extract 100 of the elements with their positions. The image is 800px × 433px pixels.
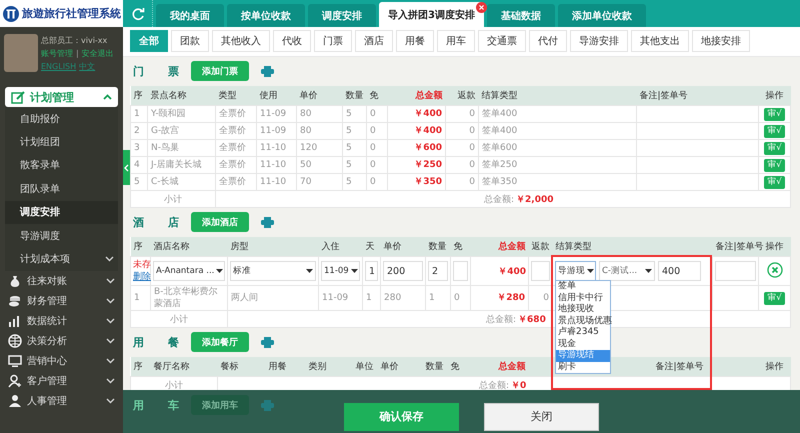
table-cell: 0 [370,143,376,153]
tab[interactable]: 用车 [437,30,475,52]
table-cell: 签单400 [482,126,518,136]
tab[interactable]: 基础数据 [486,4,555,27]
table-cell: 签单350 [482,177,518,187]
dropdown-option[interactable]: 现金 [556,338,610,350]
close-icon[interactable] [476,2,487,13]
refresh-icon [130,6,144,20]
tab[interactable]: 导游安排 [570,30,628,52]
delete-link[interactable]: 删除 [133,271,148,283]
dropdown[interactable]: C-测试... [599,261,655,281]
table-cell: 全票价 [219,160,246,170]
section-title: 用 餐 [132,334,179,350]
menu-item[interactable]: 调度安排 [5,200,118,224]
table-cell: 签单250 [482,160,518,170]
column-header: 类别 [308,362,326,372]
menu-item[interactable]: 客户管理 [0,370,123,391]
amount: ￥400 [414,109,442,119]
menu-item[interactable]: 往来对账 [0,270,123,291]
dropdown[interactable]: A-Anantara ... [153,261,225,281]
input-field[interactable]: 200 [383,261,423,281]
dropdown-option[interactable]: 景点现场优惠 [556,316,610,327]
menu-item[interactable]: 散客录单 [5,154,118,178]
menu-item[interactable]: 决策分析 [0,330,123,351]
dropdown-option[interactable]: 信用卡中行 [556,292,610,304]
menu-item[interactable]: 数据统计 [0,310,123,331]
table-cell: 1 [429,293,435,303]
column-header: 总金额 [498,362,526,372]
tab[interactable]: 按单位收款 [227,4,305,27]
dropdown[interactable]: 11-09 [321,261,360,281]
input-field[interactable] [715,261,756,281]
dropdown[interactable]: 标准 [230,261,316,281]
input-field[interactable] [531,261,550,281]
tab[interactable]: 门票 [314,30,352,52]
dropdown-option[interactable]: 卢睿2345 [556,327,610,338]
menu-item[interactable]: 计划组团 [5,130,118,154]
tab[interactable]: 代收 [273,30,311,52]
tab[interactable]: 酒店 [355,30,393,52]
remove-icon[interactable] [766,262,782,278]
column-header: 单价 [380,362,398,372]
menu-item[interactable]: 营销中心 [0,350,123,371]
dropdown-option[interactable]: 地接现收 [556,304,610,316]
tab[interactable]: 团款 [171,30,209,52]
input-field[interactable] [453,261,468,281]
dropdown-option[interactable]: 签单 [556,281,610,292]
chevron-down-icon [106,338,115,344]
user-role: 总部员工：vivi-xx [41,35,108,47]
column-header: 序 [134,242,142,252]
menu-item[interactable]: 计划管理 [5,87,118,107]
column-header: 备注|签单号 [716,242,764,252]
table-cell: 全票价 [219,143,246,153]
input-field[interactable]: 1 [365,261,378,281]
tab[interactable]: 代付 [529,30,567,52]
tab[interactable]: 添加单位收款 [558,4,646,27]
column-header: 结算类型 [482,91,518,101]
column-header: 免 [370,91,378,101]
column-header: 返款 [458,91,476,101]
tab[interactable]: 其他支出 [631,30,689,52]
tab[interactable]: 地接安排 [692,30,750,52]
tab[interactable]: 用餐 [396,30,434,52]
input-field[interactable]: 2 [428,261,448,281]
menu-item[interactable]: 计划成本项 [5,247,118,271]
table-cell: N-鸟巢 [151,143,179,153]
tab[interactable]: 我的桌面 [156,4,224,27]
input-field[interactable]: 400 [658,261,701,281]
tab[interactable]: 导入拼团3调度安排 [379,2,484,27]
menu-item[interactable]: 导游调度 [5,224,118,248]
table-cell: 5 [346,143,352,153]
column-header: 序 [134,91,142,101]
column-header: 数量 [426,362,444,372]
table-cell: 两人间 [231,293,258,303]
table-cell: 0 [469,143,475,153]
table-cell: 0 [370,109,376,119]
column-header: 房型 [230,242,248,252]
column-header: 操作 [766,362,784,372]
table-cell: 280 [384,293,402,303]
column-header: 餐标 [220,362,238,372]
column-header: 免 [454,242,462,252]
column-header: 酒店名称 [154,242,190,252]
tab[interactable]: 调度安排 [308,4,376,27]
edit-icon [11,90,25,104]
add-button[interactable]: 添加用车 [190,395,249,415]
table-cell: 0 [454,293,460,303]
menu-item[interactable]: 自助报价 [5,107,118,130]
table-cell: 0 [370,177,376,187]
menu-item[interactable]: 财务管理 [0,290,123,311]
table-cell: 签单600 [482,143,518,153]
close-button[interactable]: 关闭 [484,402,599,430]
collapse-handle[interactable] [123,150,130,185]
photo-placeholder [4,34,38,72]
chevron-down-icon [106,358,115,364]
tab[interactable]: 交通票 [478,30,526,52]
account-link[interactable]: 账号管理 [41,47,73,60]
chevron-down-icon [106,398,115,404]
tab[interactable]: 其他收入 [212,30,270,52]
table-cell: 11-10 [260,177,286,187]
menu-item[interactable]: 团队录单 [5,177,118,201]
dropdown[interactable]: 导游现 [555,261,596,281]
logout-link[interactable]: 安全退出 [82,47,114,60]
menu-item[interactable]: 人事管理 [0,390,123,411]
